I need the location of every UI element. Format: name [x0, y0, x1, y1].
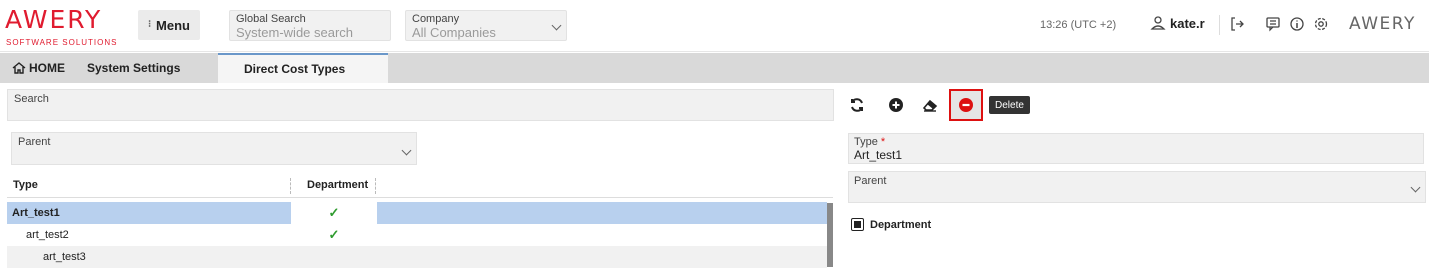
- info-icon[interactable]: [1288, 15, 1306, 33]
- checkmark-icon: ✓: [328, 227, 340, 242]
- user-icon: [1150, 16, 1166, 30]
- row-department: ✓: [291, 202, 377, 224]
- logo-wordmark: AWERY: [5, 5, 103, 34]
- parent-select[interactable]: Parent: [848, 171, 1426, 203]
- add-button[interactable]: [883, 92, 909, 118]
- type-label: Type *: [854, 136, 886, 148]
- tab-system-settings-label: System Settings: [87, 61, 181, 75]
- department-label: Department: [870, 218, 932, 231]
- tab-system-settings[interactable]: System Settings: [87, 53, 207, 83]
- logo-subtitle: SOFTWARE SOLUTIONS: [6, 38, 118, 47]
- tab-direct-cost-types-label: Direct Cost Types: [244, 62, 346, 76]
- search-label: Search: [14, 93, 49, 105]
- delete-icon: [959, 98, 973, 112]
- column-separator: [375, 178, 376, 194]
- required-mark: *: [880, 136, 886, 148]
- menu-button[interactable]: ⁝ Menu: [138, 10, 200, 40]
- checkmark-icon: ✓: [328, 205, 340, 220]
- table-row[interactable]: art_test2 ✓: [7, 224, 827, 246]
- grid-scrollbar[interactable]: [827, 203, 833, 267]
- column-header-type[interactable]: Type: [13, 174, 38, 196]
- eraser-icon: [922, 99, 938, 112]
- settings-icon[interactable]: [1312, 15, 1330, 33]
- tab-home[interactable]: HOME: [12, 53, 72, 83]
- company-value: All Companies: [412, 25, 496, 40]
- logout-icon[interactable]: [1228, 15, 1246, 33]
- delete-tooltip: Delete: [989, 96, 1030, 114]
- checkbox-icon: [851, 218, 864, 231]
- global-search-label: Global Search: [236, 13, 306, 25]
- clock: 13:26 (UTC +2): [1040, 19, 1117, 31]
- tab-home-label: HOME: [29, 61, 65, 75]
- table-row[interactable]: Art_test1 ✓: [7, 202, 827, 224]
- home-icon: [12, 62, 26, 74]
- tab-bar: HOME System Settings Direct Cost Types: [0, 53, 1429, 83]
- top-bar: AWERY SOFTWARE SOLUTIONS ⁝ Menu Global S…: [0, 0, 1429, 52]
- app-logo[interactable]: AWERY SOFTWARE SOLUTIONS: [5, 5, 125, 47]
- menu-label: Menu: [156, 17, 190, 33]
- parent-label: Parent: [854, 175, 887, 187]
- types-grid: Type Department Art_test1 ✓ art_test2 ✓ …: [7, 174, 833, 268]
- user-menu[interactable]: kate.r: [1150, 15, 1205, 31]
- clear-button[interactable]: [917, 92, 943, 118]
- brand-mark-right: AWERY: [1349, 14, 1416, 34]
- add-icon: [889, 98, 903, 112]
- type-value: Art_test1: [854, 148, 903, 162]
- refresh-icon: [851, 98, 863, 112]
- menu-dots-icon: ⁝: [148, 19, 152, 30]
- company-select[interactable]: Company All Companies: [405, 10, 567, 41]
- table-row[interactable]: art_test3: [7, 246, 827, 268]
- search-input[interactable]: Search: [7, 89, 834, 121]
- parent-filter-label: Parent: [18, 136, 51, 148]
- column-separator: [290, 178, 291, 194]
- chat-icon[interactable]: [1264, 15, 1282, 33]
- row-type: art_test3: [43, 251, 86, 263]
- delete-button[interactable]: [949, 89, 983, 121]
- department-checkbox[interactable]: Department: [851, 218, 931, 231]
- row-type: art_test2: [26, 229, 69, 241]
- global-search-placeholder: System-wide search: [236, 25, 354, 40]
- type-field[interactable]: Type * Art_test1: [848, 133, 1424, 164]
- tab-direct-cost-types[interactable]: Direct Cost Types: [218, 53, 388, 83]
- refresh-button[interactable]: [844, 92, 870, 118]
- row-type: Art_test1: [12, 207, 60, 219]
- divider: [1219, 15, 1220, 35]
- company-label: Company: [412, 13, 460, 25]
- parent-filter-select[interactable]: Parent: [11, 132, 417, 165]
- row-department: ✓: [291, 224, 377, 246]
- user-name: kate.r: [1170, 15, 1205, 31]
- column-header-department[interactable]: Department: [307, 174, 368, 196]
- grid-header: Type Department: [7, 174, 833, 198]
- global-search-input[interactable]: Global Search System-wide search: [229, 10, 391, 41]
